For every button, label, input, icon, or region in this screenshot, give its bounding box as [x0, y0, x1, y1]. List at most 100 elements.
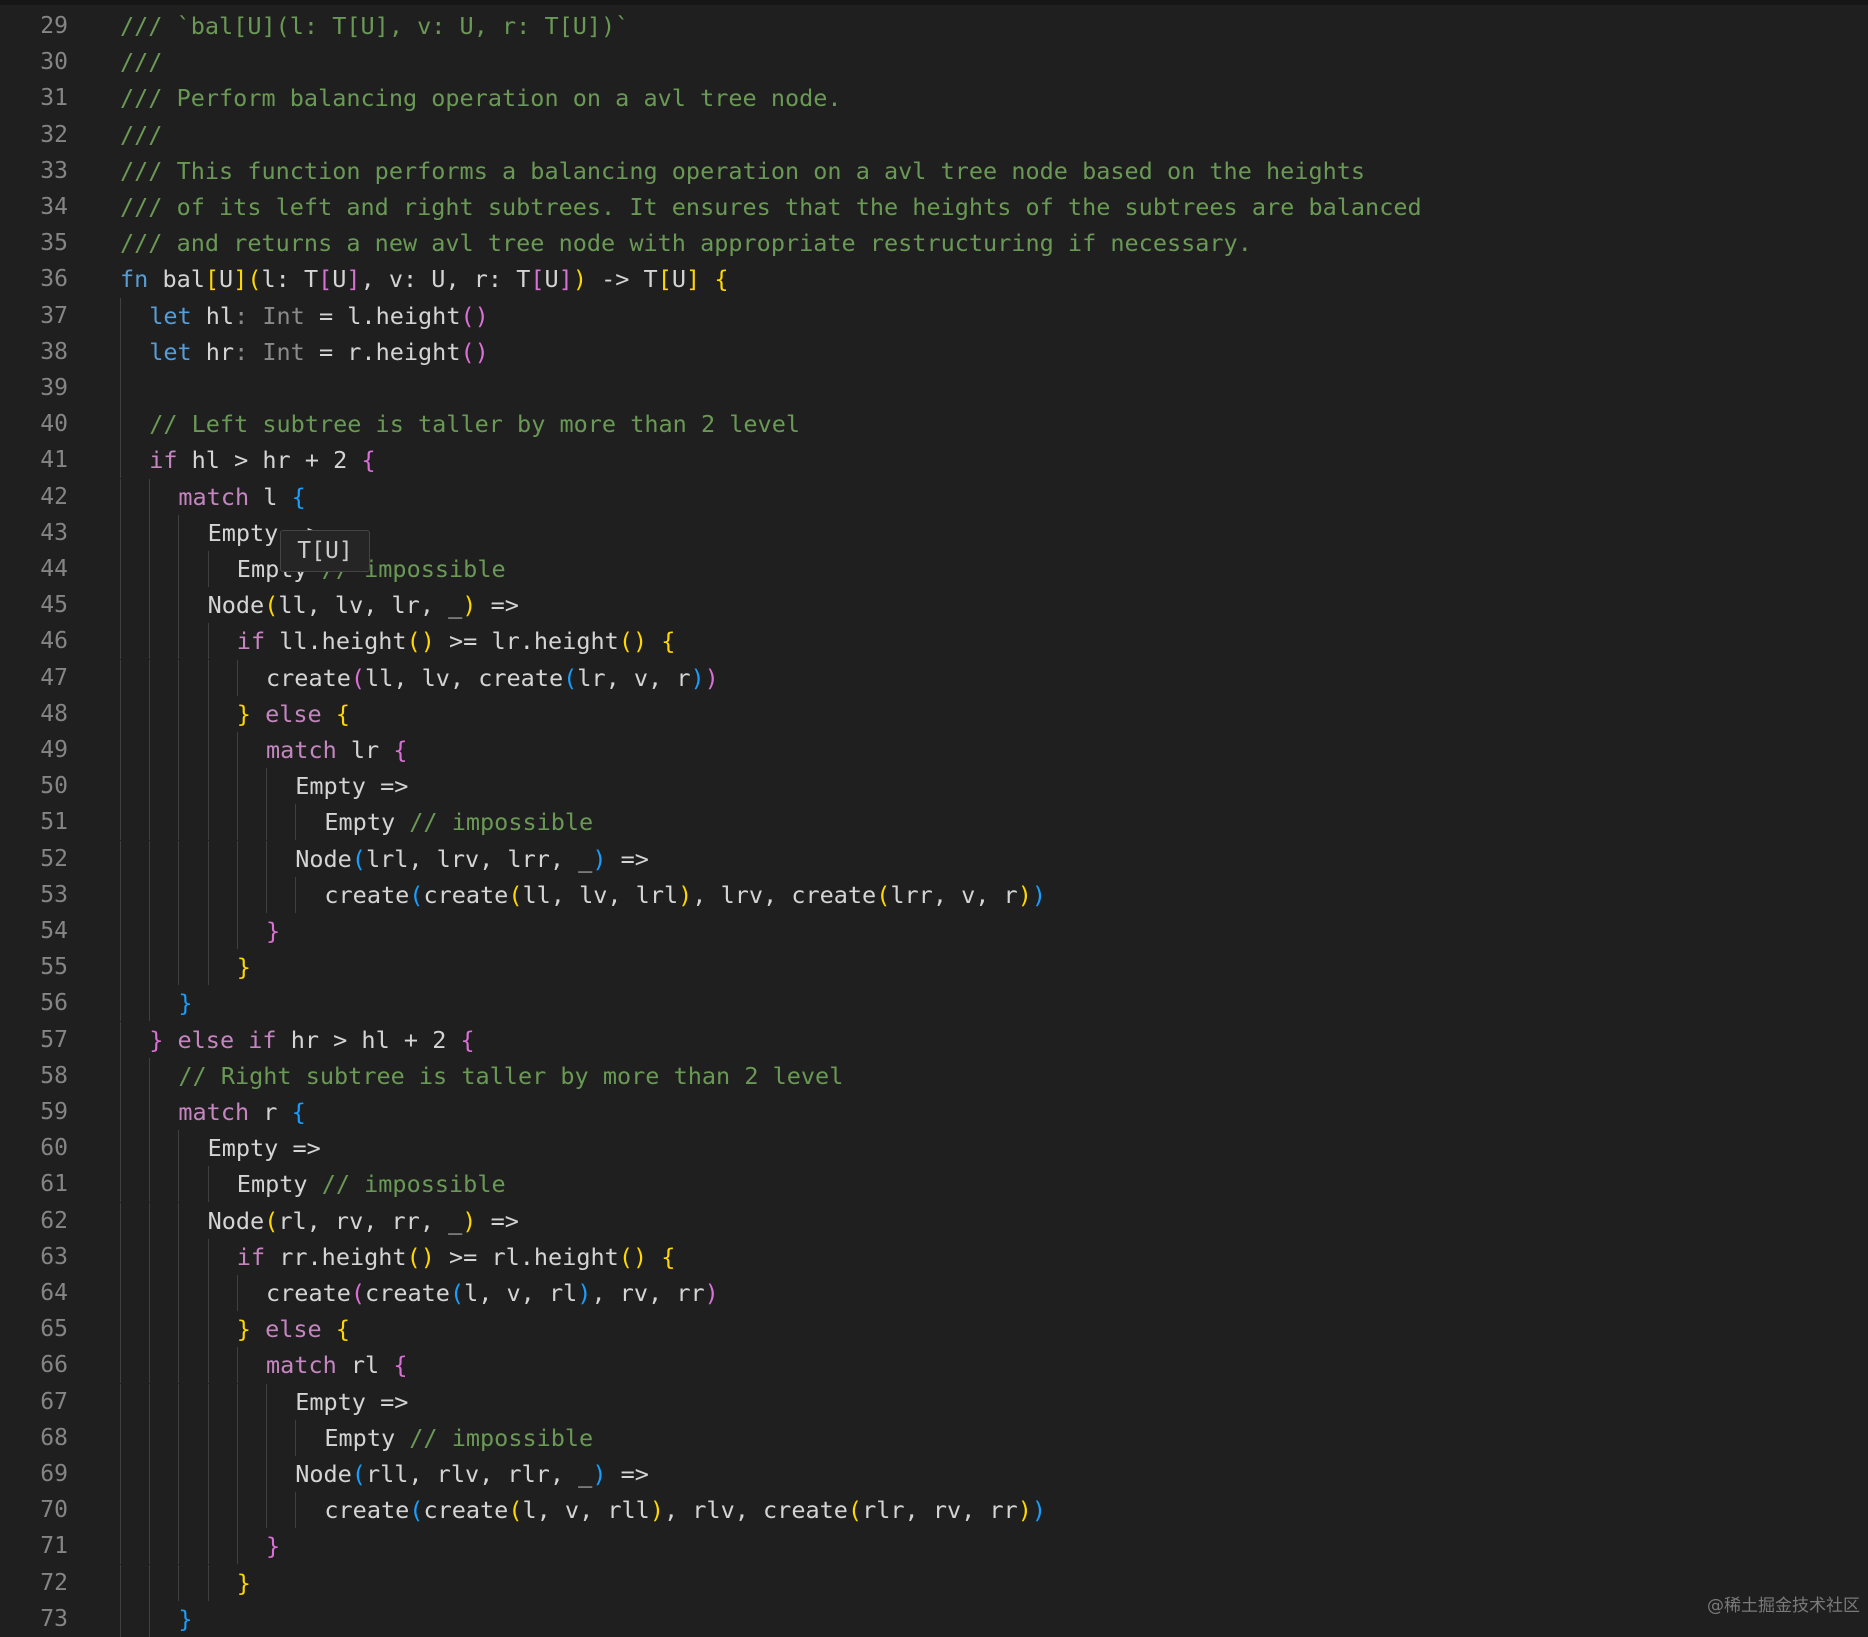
code-line[interactable]: 31 /// Perform balancing operation on a a…: [0, 80, 1868, 116]
code-line[interactable]: 41 if hl > hr + 2 {: [0, 442, 1868, 479]
code-text[interactable]: if ll.height() >= lr.height() {: [237, 627, 676, 655]
code-line[interactable]: 65} else {: [0, 1311, 1868, 1348]
code-text[interactable]: Node(rl, rv, rr, _) =>: [208, 1207, 519, 1235]
code-line[interactable]: 69 Node(rll, rlv, rlr, _) =>: [0, 1456, 1868, 1492]
code-text[interactable]: }: [266, 1532, 280, 1560]
code-line[interactable]: 40 // Left subtree is taller by more than…: [0, 406, 1868, 443]
code-text[interactable]: }: [178, 989, 192, 1017]
code-line[interactable]: 54}: [0, 913, 1868, 949]
code-line[interactable]: 56}: [0, 985, 1868, 1022]
indent-guide: [236, 840, 238, 877]
code-text[interactable]: create(ll, lv, create(lr, v, r)): [266, 664, 719, 692]
code-text[interactable]: Empty // impossible: [324, 808, 593, 836]
code-line[interactable]: 57} else if hr > hl + 2 {: [0, 1021, 1868, 1058]
code-token: (: [351, 844, 366, 873]
code-line[interactable]: 35 /// and returns a new avl tree node wi…: [0, 225, 1868, 261]
code-text[interactable]: let hl: Int = l.height(): [149, 302, 489, 330]
code-text[interactable]: /// This function performs a balancing o…: [120, 157, 1365, 185]
code-text[interactable]: Empty =>: [295, 1388, 408, 1416]
code-line[interactable]: 70 create(create(l, v, rll), rlv, create(…: [0, 1492, 1868, 1529]
code-text[interactable]: }: [237, 1569, 251, 1597]
code-text[interactable]: Empty // impossible: [324, 1424, 593, 1452]
code-line[interactable]: 68 Empty // impossible: [0, 1419, 1868, 1456]
code-line[interactable]: 46 if ll.height() >= lr.height() {: [0, 623, 1868, 660]
code-text[interactable]: if hl > hr + 2 {: [149, 446, 375, 474]
code-token: [: [657, 265, 672, 294]
code-text[interactable]: /// `bal[U](l: T[U], v: U, r: T[U])`: [120, 12, 629, 40]
code-text[interactable]: if rr.height() >= rl.height() {: [237, 1243, 676, 1271]
code-line[interactable]: 63 if rr.height() >= rl.height() {: [0, 1238, 1868, 1275]
code-line[interactable]: 62 Node(rl, rv, rr, _) =>: [0, 1202, 1868, 1239]
code-line[interactable]: 64 create(create(l, v, rl), rv, rr): [0, 1275, 1868, 1311]
code-text[interactable]: ///: [120, 121, 162, 149]
code-text[interactable]: Node(lrl, lrv, lrr, _) =>: [295, 845, 649, 873]
indent-guide: [207, 659, 209, 696]
line-number: 54: [40, 918, 68, 944]
code-text[interactable]: /// Perform balancing operation on a avl…: [120, 84, 842, 112]
code-text[interactable]: }: [266, 917, 280, 945]
code-text[interactable]: create(create(l, v, rll), rlv, create(rl…: [324, 1496, 1046, 1524]
code-line[interactable]: 51 Empty // impossible: [0, 804, 1868, 841]
code-text[interactable]: create(create(l, v, rl), rv, rr): [266, 1279, 719, 1307]
code-text[interactable]: // Right subtree is taller by more than …: [178, 1062, 843, 1090]
code-line[interactable]: 66 match rl {: [0, 1347, 1868, 1384]
code-line[interactable]: 45 Node(ll, lv, lr, _) =>: [0, 587, 1868, 624]
code-text[interactable]: Empty =>: [208, 1134, 321, 1162]
code-text[interactable]: /// and returns a new avl tree node with…: [120, 229, 1252, 257]
code-text[interactable]: Node(ll, lv, lr, _) =>: [208, 591, 519, 619]
code-text[interactable]: fn bal[U](l: T[U], v: U, r: T[U]) -> T[U…: [120, 265, 729, 293]
code-line[interactable]: 59 match r {: [0, 1094, 1868, 1130]
code-text[interactable]: }: [237, 953, 251, 981]
code-line[interactable]: 48} else {: [0, 695, 1868, 732]
code-text[interactable]: } else if hr > hl + 2 {: [149, 1026, 474, 1054]
code-line[interactable]: 53 create(create(ll, lv, lrl), lrv, creat…: [0, 876, 1868, 913]
code-text[interactable]: Empty =>: [295, 772, 408, 800]
code-line[interactable]: 33 /// This function performs a balancing…: [0, 153, 1868, 189]
code-line[interactable]: 73}: [0, 1600, 1868, 1637]
code-text[interactable]: /// of its left and right subtrees. It e…: [120, 193, 1422, 221]
code-line[interactable]: 38 let hr: Int = r.height(): [0, 333, 1868, 370]
code-text[interactable]: create(create(ll, lv, lrl), lrv, create(…: [324, 881, 1046, 909]
code-text[interactable]: match r {: [178, 1098, 305, 1126]
code-line[interactable]: 29 /// `bal[U](l: T[U], v: U, r: T[U])`: [0, 8, 1868, 44]
code-line[interactable]: 32 ///: [0, 117, 1868, 153]
line-number: 61: [40, 1171, 68, 1198]
code-line[interactable]: 47 create(ll, lv, create(lr, v, r)): [0, 659, 1868, 696]
code-line[interactable]: 60 Empty =>: [0, 1130, 1868, 1167]
code-text[interactable]: } else {: [237, 1315, 350, 1343]
code-text[interactable]: let hr: Int = r.height(): [149, 338, 489, 366]
code-text[interactable]: ///: [120, 48, 162, 76]
code-line[interactable]: 71}: [0, 1528, 1868, 1565]
code-text[interactable]: }: [178, 1605, 192, 1633]
code-line[interactable]: 42 match l {: [0, 478, 1868, 515]
code-line[interactable]: 37 let hl: Int = l.height(): [0, 297, 1868, 334]
code-token: (): [618, 627, 648, 656]
code-text[interactable]: Empty // impossible: [237, 1170, 506, 1198]
code-text[interactable]: match lr {: [266, 736, 408, 764]
code-line[interactable]: 52 Node(lrl, lrv, lrr, _) =>: [0, 840, 1868, 877]
code-line[interactable]: 39: [0, 370, 1868, 406]
code-line[interactable]: 30 ///: [0, 44, 1868, 80]
indent-guide: [120, 478, 121, 515]
indent-guide: [149, 1419, 151, 1456]
code-line[interactable]: 72}: [0, 1564, 1868, 1601]
code-text[interactable]: Empty // impossible: [237, 555, 506, 583]
code-line[interactable]: 58 // Right subtree is taller by more tha…: [0, 1057, 1868, 1094]
code-editor[interactable]: 29 /// `bal[U](l: T[U], v: U, r: T[U])` 30…: [0, 0, 1868, 1637]
code-line[interactable]: 55}: [0, 949, 1868, 986]
code-line[interactable]: 49 match lr {: [0, 732, 1868, 768]
code-text[interactable]: } else {: [237, 700, 350, 728]
code-text[interactable]: Node(rll, rlv, rlr, _) =>: [295, 1460, 649, 1488]
code-line[interactable]: 61 Empty // impossible: [0, 1166, 1868, 1203]
code-text[interactable]: match rl {: [266, 1351, 408, 1379]
code-line[interactable]: 34 /// of its left and right subtrees. It…: [0, 189, 1868, 225]
code-token: {: [661, 1242, 676, 1271]
code-line[interactable]: 50 Empty =>: [0, 768, 1868, 805]
indent-guide: [120, 1456, 121, 1492]
code-text[interactable]: // Left subtree is taller by more than 2…: [149, 410, 800, 438]
code-line[interactable]: 67 Empty =>: [0, 1383, 1868, 1420]
code-line[interactable]: 36 fn bal[U](l: T[U], v: U, r: T[U]) -> T…: [0, 261, 1868, 297]
code-text[interactable]: match l {: [178, 483, 305, 511]
line-number: 62: [40, 1207, 68, 1234]
